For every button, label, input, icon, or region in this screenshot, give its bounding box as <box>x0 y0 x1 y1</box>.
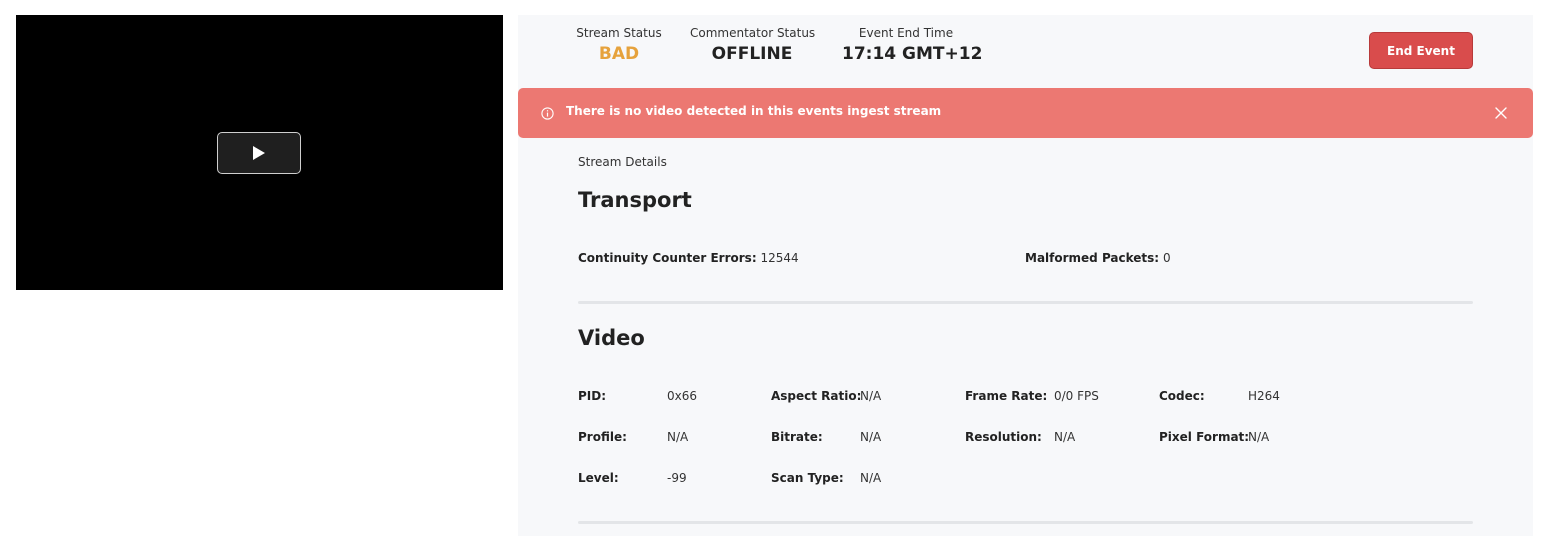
transport-heading: Transport <box>578 188 692 212</box>
continuity-errors-label: Continuity Counter Errors: <box>578 251 757 265</box>
stream-status: Stream Status BAD <box>576 26 662 64</box>
stream-details-caption: Stream Details <box>578 155 667 169</box>
codec-label: Codec: <box>1159 389 1205 403</box>
scan-type-value: N/A <box>860 471 882 485</box>
info-icon <box>541 105 554 120</box>
commentator-status-label: Commentator Status <box>690 26 816 40</box>
resolution-value: N/A <box>1054 430 1076 444</box>
section-divider <box>578 521 1473 524</box>
profile-label: Profile: <box>578 430 627 444</box>
video-player[interactable] <box>16 15 503 290</box>
commentator-status: Commentator Status OFFLINE <box>690 26 816 64</box>
stream-status-label: Stream Status <box>576 26 662 40</box>
bitrate-value: N/A <box>860 430 882 444</box>
malformed-packets-label: Malformed Packets: <box>1025 251 1160 265</box>
event-end-time: Event End Time 17:14 GMT+12 <box>842 26 983 64</box>
level-value: -99 <box>667 471 687 485</box>
event-end-time-value: 17:14 GMT+12 <box>842 44 983 64</box>
video-heading: Video <box>578 326 645 350</box>
resolution-label: Resolution: <box>965 430 1042 444</box>
stream-panel: Stream Status BAD Commentator Status OFF… <box>518 15 1533 536</box>
stream-status-value: BAD <box>598 44 640 64</box>
continuity-errors: Continuity Counter Errors: 12544 <box>578 251 799 265</box>
frame-rate-label: Frame Rate: <box>965 389 1048 403</box>
scan-type-label: Scan Type: <box>771 471 844 485</box>
aspect-ratio-label: Aspect Ratio: <box>771 389 862 403</box>
play-icon <box>252 145 266 161</box>
no-video-alert: There is no video detected in this event… <box>518 88 1533 138</box>
event-end-time-label: Event End Time <box>858 26 954 40</box>
section-divider <box>578 301 1473 304</box>
alert-message: There is no video detected in this event… <box>566 104 942 118</box>
pixel-format-value: N/A <box>1248 430 1270 444</box>
frame-rate-value: 0/0 FPS <box>1054 389 1099 403</box>
aspect-ratio-value: N/A <box>860 389 882 403</box>
close-icon[interactable] <box>1494 105 1508 119</box>
malformed-packets-value: 0 <box>1162 251 1171 265</box>
continuity-errors-value: 12544 <box>760 251 799 265</box>
pid-label: PID: <box>578 389 607 403</box>
pixel-format-label: Pixel Format: <box>1159 430 1250 444</box>
codec-value: H264 <box>1248 389 1280 403</box>
malformed-packets: Malformed Packets: 0 <box>1025 251 1171 265</box>
status-bar: Stream Status BAD Commentator Status OFF… <box>518 15 1533 81</box>
play-button[interactable] <box>217 132 301 174</box>
level-label: Level: <box>578 471 619 485</box>
end-event-button[interactable]: End Event <box>1369 32 1473 69</box>
pid-value: 0x66 <box>667 389 698 403</box>
commentator-status-value: OFFLINE <box>711 44 793 64</box>
profile-value: N/A <box>667 430 689 444</box>
bitrate-label: Bitrate: <box>771 430 823 444</box>
